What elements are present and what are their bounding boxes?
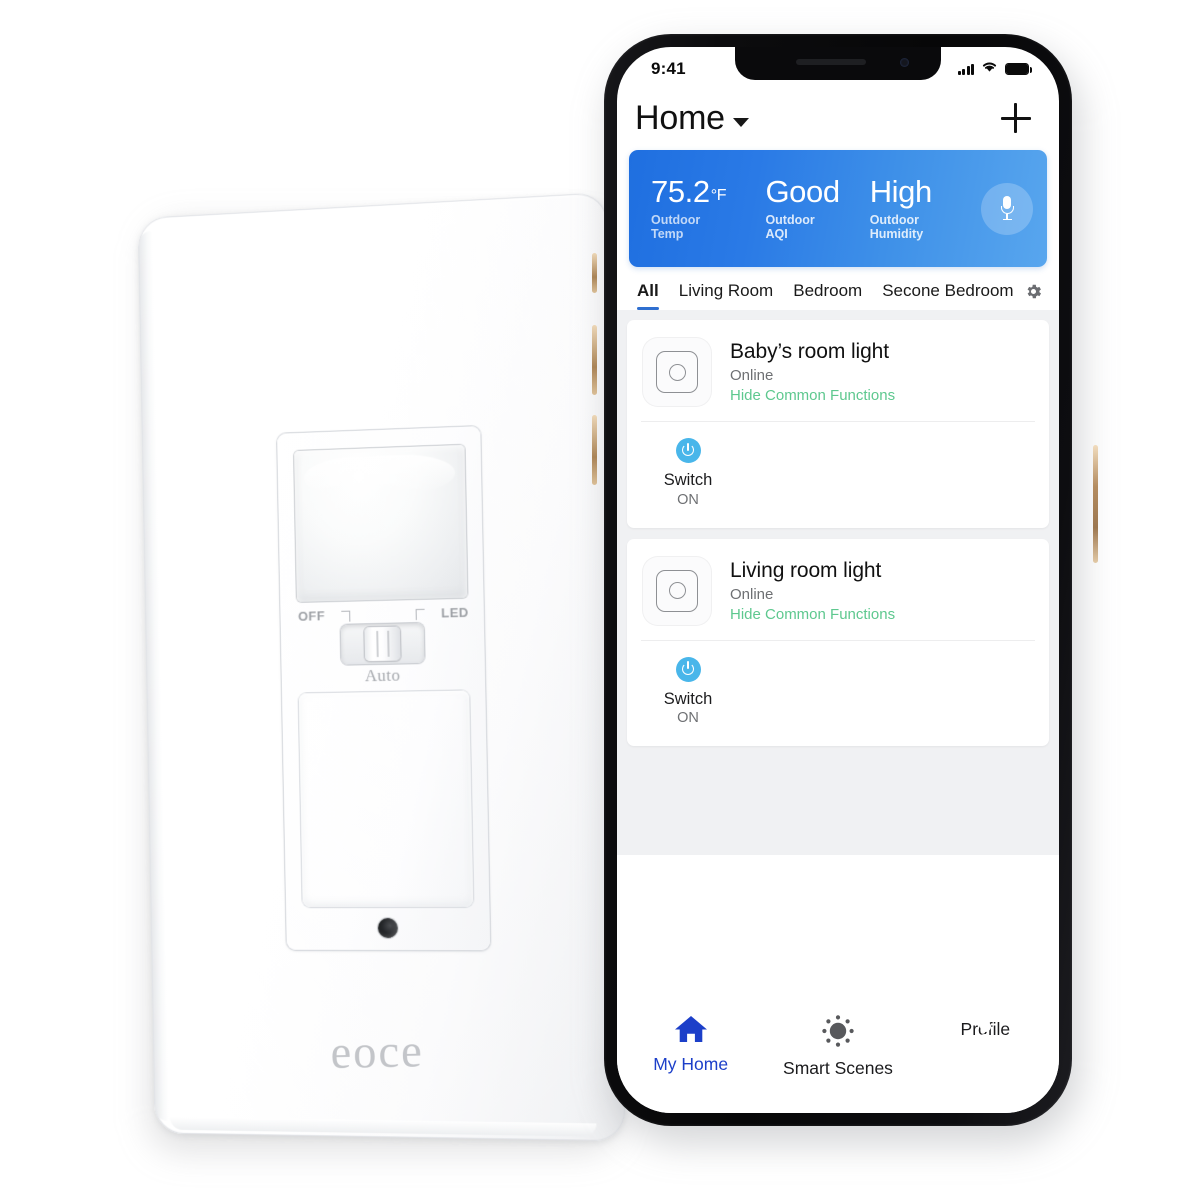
tab-all-label: All: [637, 281, 659, 300]
tab-bedroom[interactable]: Bedroom: [783, 281, 872, 310]
outdoor-humidity-value: High: [869, 174, 933, 210]
status-bar-time: 9:41: [651, 59, 686, 78]
home-selector[interactable]: Home: [635, 99, 749, 138]
led-label: LED: [441, 604, 469, 621]
device-status: Online: [730, 585, 774, 603]
tab-bedroom-label: Bedroom: [793, 281, 863, 300]
tab-living-room-label: Living Room: [678, 281, 774, 300]
device-status: Online: [730, 367, 774, 384]
outdoor-aqi-label: Outdoor AQI: [765, 212, 815, 241]
nav-item-profile[interactable]: Profile: [912, 1014, 1059, 1050]
toggle-common-functions-link[interactable]: Hide Common Functions: [730, 606, 895, 623]
power-icon: [675, 438, 701, 463]
battery-full-icon: [1005, 63, 1032, 75]
microphone-icon: [1000, 195, 1014, 222]
switch-device-icon: [643, 338, 711, 406]
nav-label-smart-scenes: Smart Scenes: [783, 1058, 893, 1078]
home-icon: [673, 1016, 709, 1048]
tab-secone-bedroom[interactable]: Secone Bedroom: [872, 281, 1023, 310]
device-card-header[interactable]: Living room light Online Hide Common Fun…: [627, 539, 1049, 640]
smart-wall-switch-product: OFF LED Auto eoce: [137, 192, 626, 1153]
switch-function-label: Switch: [663, 689, 713, 708]
outdoor-temp-stat: 75.2°F Outdoor Temp: [651, 174, 735, 241]
gear-icon[interactable]: [1024, 282, 1043, 301]
outdoor-aqi-value: Good: [765, 174, 840, 210]
plate-bottom-bevel: [169, 1116, 597, 1137]
switch-function[interactable]: Switch ON: [651, 438, 725, 508]
device-name: Living room light: [730, 558, 882, 582]
outdoor-temp-unit: °F: [710, 187, 727, 205]
phone-screen: 9:41 Home 75.2°F Outdoor Temp Good Outdo…: [617, 47, 1059, 1113]
chevron-down-icon: [732, 117, 749, 127]
status-indicator-led: [377, 918, 398, 939]
switch-function-state: ON: [677, 491, 699, 508]
bottom-navigation-bar: My Home Smart Scenes: [617, 1001, 1059, 1113]
device-list-scroll-area[interactable]: Baby’s room light Online Hide Common Fun…: [617, 310, 1059, 855]
mode-slider-track[interactable]: [340, 622, 425, 665]
voice-assistant-button[interactable]: [981, 182, 1033, 235]
switch-paddle-button[interactable]: [298, 690, 474, 908]
mode-slider-knob[interactable]: [364, 626, 401, 662]
mute-switch-button[interactable]: [592, 253, 597, 293]
device-meta: Living room light Online Hide Common Fun…: [711, 557, 895, 623]
device-meta: Baby’s room light Online Hide Common Fun…: [711, 338, 895, 404]
app-header: Home: [617, 87, 1059, 148]
device-functions-row: Switch ON: [627, 641, 1049, 747]
room-tab-bar: All Living Room Bedroom Secone Bedroom: [617, 267, 1059, 310]
volume-up-button[interactable]: [592, 325, 597, 395]
power-side-button[interactable]: [1093, 445, 1098, 563]
nav-item-my-home[interactable]: My Home: [617, 1014, 764, 1075]
status-bar-icons: [957, 60, 1032, 78]
switch-device-icon: [643, 556, 711, 625]
tab-secone-bedroom-label: Secone Bedroom: [882, 281, 1014, 300]
brand-wordmark: eoce: [330, 1025, 425, 1079]
outdoor-humidity-stat: High Outdoor Humidity: [869, 174, 975, 241]
off-label: OFF: [297, 608, 326, 624]
switch-inner-body: OFF LED Auto: [277, 426, 491, 951]
tab-all[interactable]: All: [627, 281, 669, 310]
switch-wall-plate: OFF LED Auto: [137, 192, 626, 1142]
status-bar: 9:41: [617, 47, 1059, 87]
wifi-icon: [981, 60, 998, 78]
product-marketing-composite: OFF LED Auto eoce 9:41 Home 75.2°F Outdo…: [0, 0, 1200, 1200]
cellular-signal-icon: [957, 63, 974, 75]
sun-burst-icon: [820, 1015, 856, 1052]
switch-function-label: Switch: [663, 471, 713, 489]
switch-function[interactable]: Switch ON: [651, 656, 725, 727]
tab-living-room[interactable]: Living Room: [669, 281, 784, 310]
device-card[interactable]: Living room light Online Hide Common Fun…: [627, 538, 1049, 747]
led-tick-mark: [415, 608, 425, 621]
switch-function-state: ON: [677, 710, 699, 727]
auto-label: Auto: [364, 665, 401, 686]
plate-left-bevel: [138, 231, 169, 1121]
off-tick-mark: [341, 610, 351, 622]
motion-sensor-lens[interactable]: [293, 444, 468, 602]
device-card-header[interactable]: Baby’s room light Online Hide Common Fun…: [627, 320, 1049, 421]
outdoor-temp-label: Outdoor Temp: [651, 212, 701, 241]
device-name: Baby’s room light: [730, 340, 889, 363]
power-icon: [675, 656, 701, 682]
volume-down-button[interactable]: [592, 415, 597, 485]
outdoor-aqi-stat: Good Outdoor AQI: [765, 174, 840, 241]
page-title: Home: [635, 99, 725, 137]
device-functions-row: Switch ON: [627, 422, 1049, 528]
outdoor-conditions-banner[interactable]: 75.2°F Outdoor Temp Good Outdoor AQI Hig…: [629, 150, 1047, 267]
toggle-common-functions-link[interactable]: Hide Common Functions: [730, 387, 895, 404]
nav-item-smart-scenes[interactable]: Smart Scenes: [764, 1014, 911, 1079]
outdoor-temp-value: 75.2: [651, 174, 710, 210]
add-device-button[interactable]: [999, 102, 1033, 136]
outdoor-temp-value-group: 75.2°F: [651, 174, 735, 210]
nav-label-my-home: My Home: [653, 1054, 729, 1074]
outdoor-humidity-label: Outdoor Humidity: [869, 212, 924, 241]
mode-label-row: OFF LED: [288, 604, 477, 626]
smartphone-mockup: 9:41 Home 75.2°F Outdoor Temp Good Outdo…: [592, 25, 1098, 1155]
device-card[interactable]: Baby’s room light Online Hide Common Fun…: [627, 320, 1049, 528]
